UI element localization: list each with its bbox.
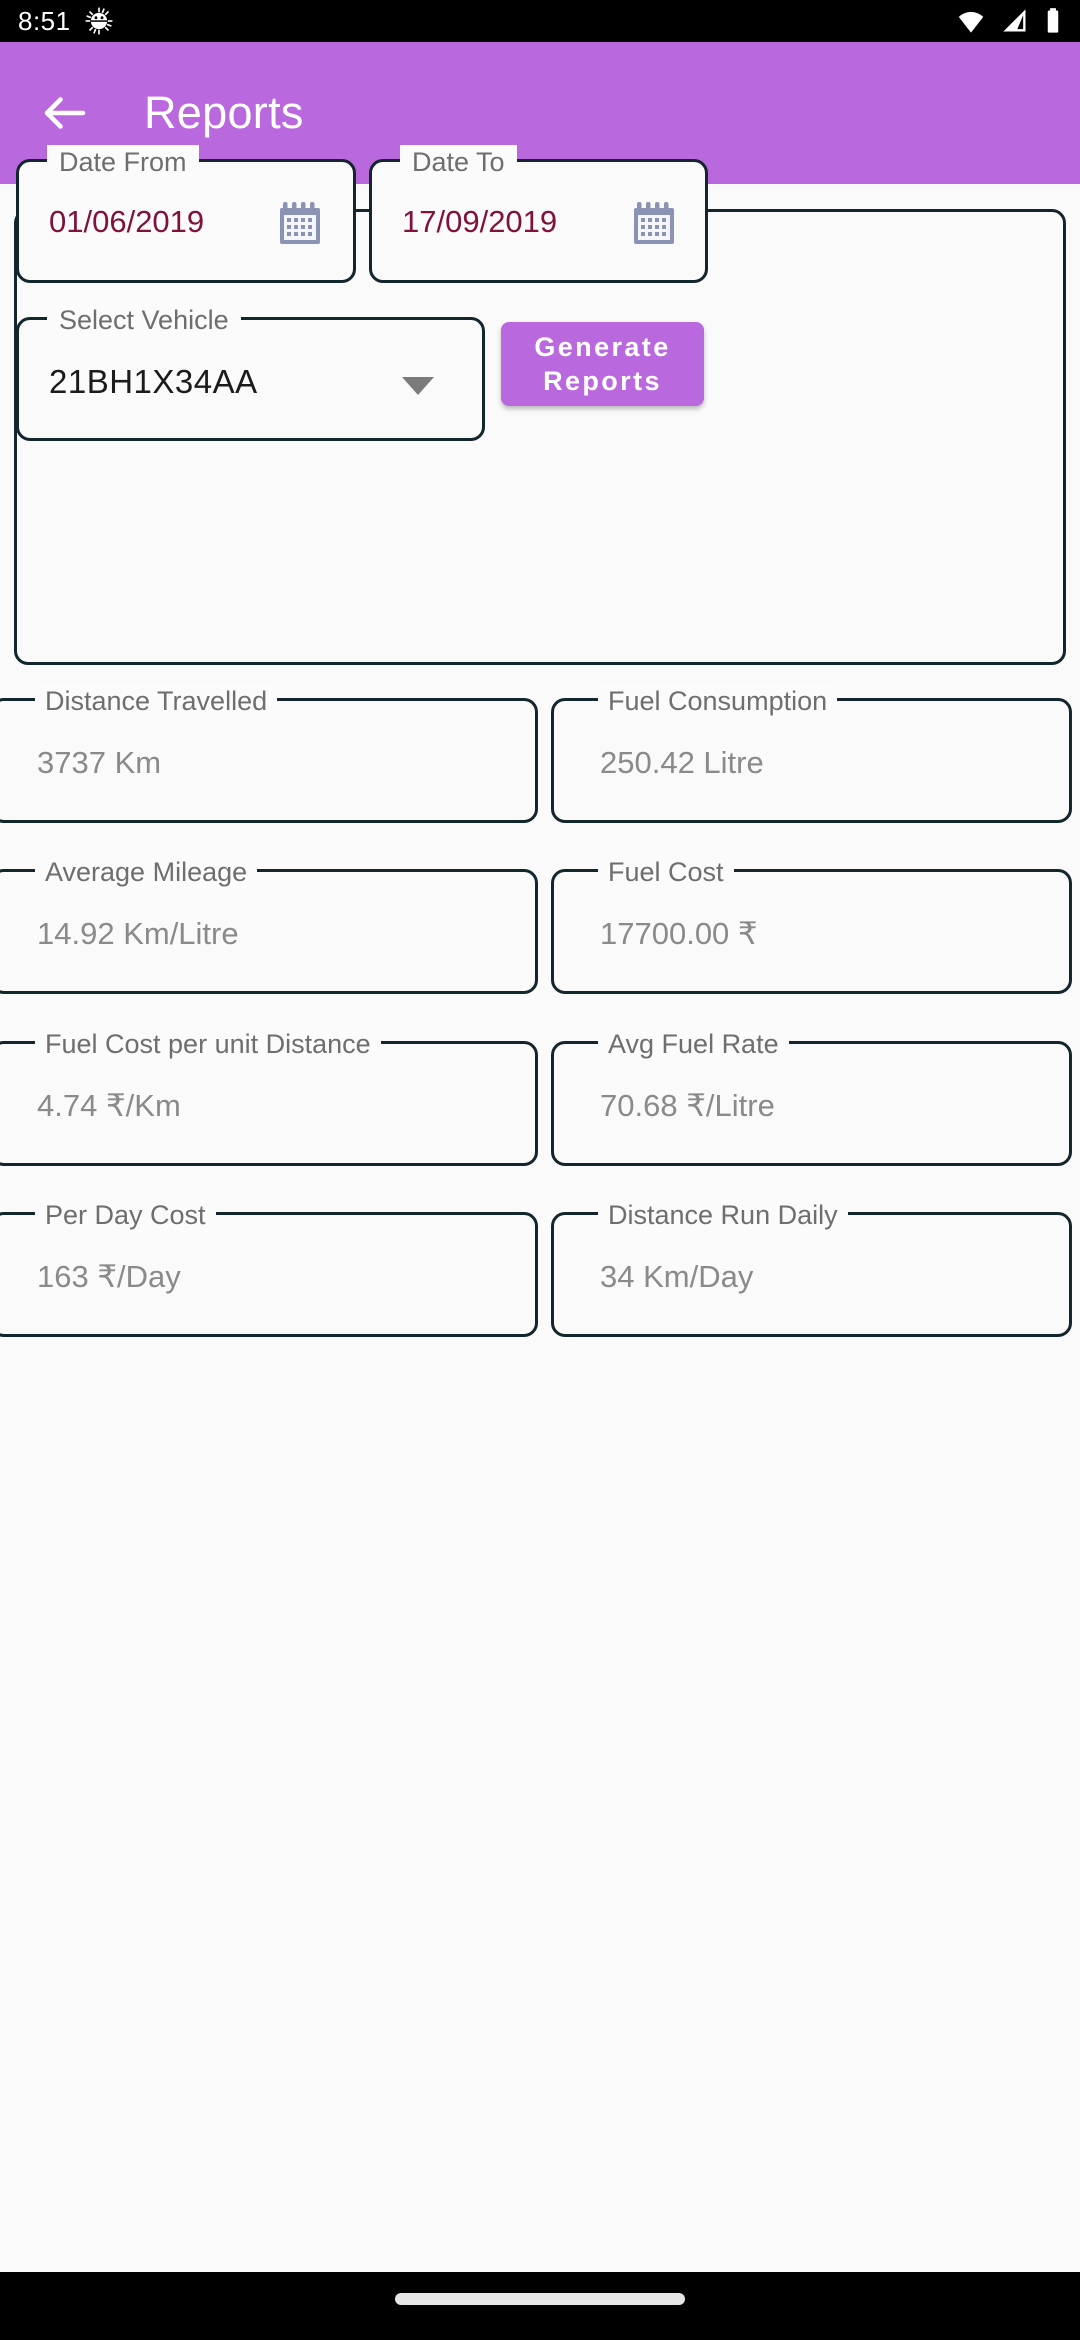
result-label: Per Day Cost	[35, 1198, 216, 1232]
result-value: 3737 Km	[37, 745, 162, 780]
result-value: 163 ₹/Day	[37, 1259, 181, 1294]
result-field-avg-fuel-rate: Avg Fuel Rate 70.68 ₹/Litre	[551, 1027, 1072, 1166]
result-label: Avg Fuel Rate	[598, 1027, 789, 1061]
result-field-fuel-consumption: Fuel Consumption 250.42 Litre	[551, 684, 1072, 823]
result-label: Fuel Cost per unit Distance	[35, 1027, 381, 1061]
result-value: 250.42 Litre	[600, 745, 764, 780]
system-navigation-bar	[0, 2272, 1080, 2340]
reports-screen: 8:51 Reports Date From 01/06/2019 Date T…	[0, 0, 1080, 2340]
result-label: Distance Run Daily	[598, 1198, 848, 1232]
result-label: Fuel Cost	[598, 855, 734, 889]
result-label: Fuel Consumption	[598, 684, 838, 718]
results-grid: Distance Travelled 3737 Km Fuel Consumpt…	[0, 0, 1080, 2340]
result-field-distance-travelled: Distance Travelled 3737 Km	[0, 684, 538, 823]
result-value: 17700.00 ₹	[600, 916, 758, 951]
result-label: Distance Travelled	[35, 684, 278, 718]
result-field-distance-run-daily: Distance Run Daily 34 Km/Day	[551, 1198, 1072, 1337]
gesture-home-handle[interactable]	[395, 2293, 685, 2305]
result-value: 14.92 Km/Litre	[37, 916, 239, 951]
result-field-fuel-cost: Fuel Cost 17700.00 ₹	[551, 855, 1072, 994]
result-label: Average Mileage	[35, 855, 258, 889]
result-value: 4.74 ₹/Km	[37, 1088, 181, 1123]
result-value: 70.68 ₹/Litre	[600, 1088, 775, 1123]
result-field-average-mileage: Average Mileage 14.92 Km/Litre	[0, 855, 538, 994]
result-value: 34 Km/Day	[600, 1259, 754, 1294]
result-field-per-day-cost: Per Day Cost 163 ₹/Day	[0, 1198, 538, 1337]
result-field-fuel-cost-per-unit-distance: Fuel Cost per unit Distance 4.74 ₹/Km	[0, 1027, 538, 1166]
